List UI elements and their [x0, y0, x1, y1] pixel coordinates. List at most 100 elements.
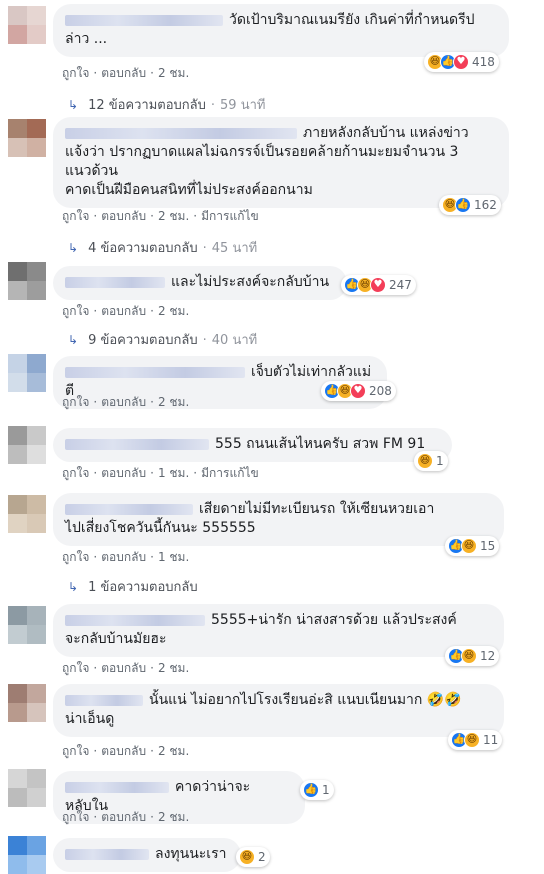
timestamp[interactable]: 2 ชม.	[158, 64, 189, 83]
edited-link[interactable]: มีการแก้ไข	[201, 207, 259, 226]
timestamp[interactable]: 1 ชม.	[158, 464, 189, 483]
comment-actions: ถูกใจ · ตอบกลับ · 2 ชม.	[62, 742, 189, 761]
separator-dot: ·	[150, 304, 154, 318]
reaction-count: 1	[322, 783, 330, 797]
view-replies-link[interactable]: ↳ 12 ข้อความตอบกลับ · 59 นาที	[68, 94, 265, 115]
timestamp[interactable]: 2 ชม.	[158, 659, 189, 678]
commenter-name[interactable]	[65, 128, 297, 139]
reaction-summary[interactable]: 😆 1	[414, 451, 448, 471]
commenter-name[interactable]	[65, 849, 149, 860]
reaction-summary[interactable]: 😆 👍 ♥ 418	[424, 52, 499, 72]
avatar[interactable]	[8, 6, 46, 44]
comment-bubble: 555 ถนนเส้นไหนครับ สวพ FM 91	[53, 428, 452, 462]
commenter-name[interactable]	[65, 695, 143, 706]
replies-count: 4 ข้อความตอบกลับ	[88, 241, 198, 256]
reply-link[interactable]: ตอบกลับ	[101, 393, 146, 412]
timestamp[interactable]: 1 ชม.	[158, 548, 189, 567]
separator-dot: ·	[93, 209, 98, 223]
commenter-name[interactable]	[65, 439, 209, 450]
view-replies-link[interactable]: ↳ 4 ข้อความตอบกลับ · 45 นาที	[68, 237, 257, 258]
timestamp[interactable]: 2 ชม.	[158, 393, 189, 412]
replies-count: 9 ข้อความตอบกลับ	[88, 333, 198, 348]
reaction-summary[interactable]: 👍 😆 ♥ 247	[341, 275, 416, 295]
like-link[interactable]: ถูกใจ	[62, 808, 89, 827]
avatar[interactable]	[8, 262, 46, 300]
haha-icon: 😆	[239, 849, 255, 865]
separator-dot: ·	[93, 66, 98, 80]
reply-link[interactable]: ตอบกลับ	[101, 659, 146, 678]
separator-dot: ·	[210, 98, 216, 113]
reply-link[interactable]: ตอบกลับ	[101, 742, 146, 761]
comment-actions: ถูกใจ · ตอบกลับ · 2 ชม.	[62, 808, 189, 827]
separator-dot: ·	[93, 661, 98, 675]
commenter-name[interactable]	[65, 277, 165, 288]
comment-actions: ถูกใจ · ตอบกลับ · 1 ชม. · มีการแก้ไข	[62, 464, 259, 483]
reaction-count: 247	[389, 278, 412, 292]
avatar[interactable]	[8, 354, 46, 392]
separator-dot: ·	[93, 466, 98, 480]
reaction-summary[interactable]: 😆 2	[236, 847, 270, 867]
commenter-name[interactable]	[65, 15, 223, 26]
timestamp[interactable]: 2 ชม.	[158, 742, 189, 761]
reply-link[interactable]: ตอบกลับ	[101, 548, 146, 567]
separator-dot: ·	[93, 810, 98, 824]
replies-time: 45 นาที	[211, 241, 258, 256]
reaction-count: 12	[480, 649, 496, 663]
reaction-summary[interactable]: 👍 1	[300, 780, 334, 800]
reaction-count: 2	[258, 850, 266, 864]
reaction-count: 15	[480, 539, 496, 553]
separator-dot: ·	[150, 66, 154, 80]
reply-link[interactable]: ตอบกลับ	[101, 808, 146, 827]
like-link[interactable]: ถูกใจ	[62, 464, 89, 483]
avatar[interactable]	[8, 495, 46, 533]
timestamp[interactable]: 2 ชม.	[158, 302, 189, 321]
reaction-count: 418	[472, 55, 495, 69]
commenter-name[interactable]	[65, 504, 193, 515]
comment-text: 555 ถนนเส้นไหนครับ สวพ FM 91	[215, 436, 426, 452]
reaction-summary[interactable]: 👍 😆 11	[448, 730, 503, 750]
like-link[interactable]: ถูกใจ	[62, 742, 89, 761]
reaction-summary[interactable]: 😆 👍 162	[439, 195, 501, 215]
like-link[interactable]: ถูกใจ	[62, 207, 89, 226]
avatar[interactable]	[8, 769, 46, 807]
comment-bubble: 5555+น่ารัก น่าสงสารด้วย แล้วประสงค์ จะก…	[53, 604, 504, 657]
like-link[interactable]: ถูกใจ	[62, 64, 89, 83]
timestamp[interactable]: 2 ชม.	[158, 808, 189, 827]
like-link[interactable]: ถูกใจ	[62, 548, 89, 567]
separator-dot: ·	[150, 810, 154, 824]
separator-dot: ·	[193, 466, 198, 480]
separator-dot: ·	[93, 744, 98, 758]
love-icon: ♥	[453, 54, 469, 70]
avatar[interactable]	[8, 684, 46, 722]
separator-dot: ·	[150, 661, 154, 675]
view-replies-link[interactable]: ↳ 9 ข้อความตอบกลับ · 40 นาที	[68, 329, 257, 350]
reaction-summary[interactable]: 👍 😆 ♥ 208	[321, 381, 396, 401]
avatar[interactable]	[8, 606, 46, 644]
avatar[interactable]	[8, 119, 46, 157]
reply-arrow-icon: ↳	[68, 580, 79, 594]
comment-text: และไม่ประสงค์จะกลับบ้าน	[171, 274, 330, 290]
reply-link[interactable]: ตอบกลับ	[101, 64, 146, 83]
avatar[interactable]	[8, 426, 46, 464]
avatar[interactable]	[8, 836, 46, 874]
haha-icon: 😆	[461, 648, 477, 664]
view-replies-link[interactable]: ↳ 1 ข้อความตอบกลับ	[68, 576, 198, 597]
reaction-summary[interactable]: 👍 😆 12	[445, 646, 500, 666]
like-link[interactable]: ถูกใจ	[62, 302, 89, 321]
separator-dot: ·	[193, 209, 198, 223]
timestamp[interactable]: 2 ชม.	[158, 207, 189, 226]
commenter-name[interactable]	[65, 367, 245, 378]
reply-link[interactable]: ตอบกลับ	[101, 464, 146, 483]
like-link[interactable]: ถูกใจ	[62, 659, 89, 678]
comment-actions: ถูกใจ · ตอบกลับ · 2 ชม.	[62, 64, 189, 83]
commenter-name[interactable]	[65, 615, 205, 626]
commenter-name[interactable]	[65, 782, 169, 793]
reply-link[interactable]: ตอบกลับ	[101, 302, 146, 321]
like-link[interactable]: ถูกใจ	[62, 393, 89, 412]
reply-link[interactable]: ตอบกลับ	[101, 207, 146, 226]
separator-dot: ·	[150, 209, 154, 223]
comment-bubble: ภายหลังกลับบ้าน แหล่งข่าว แจ้งว่า ปรากฏบ…	[53, 117, 509, 208]
edited-link[interactable]: มีการแก้ไข	[201, 464, 259, 483]
reaction-summary[interactable]: 👍 😆 15	[445, 536, 500, 556]
replies-time: 59 นาที	[220, 98, 266, 113]
